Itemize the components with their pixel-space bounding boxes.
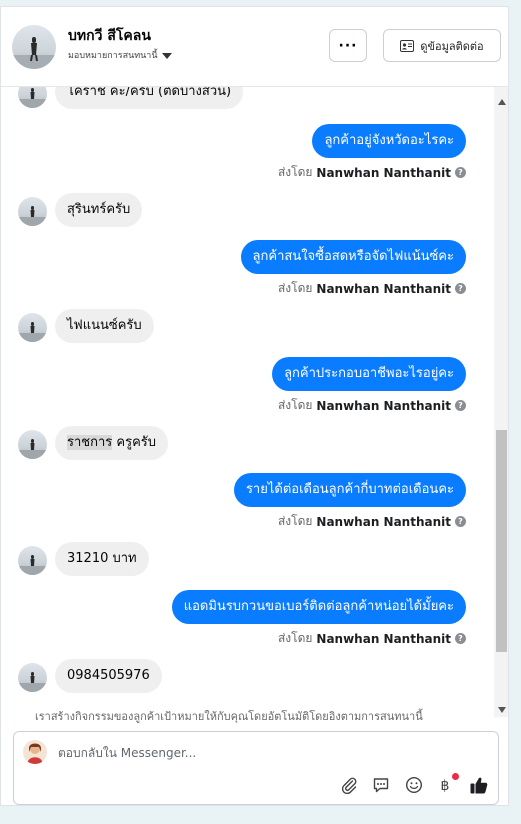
emoji-icon[interactable]	[403, 774, 425, 796]
conversation-panel: บทกวี สีโคลน มอบหมายการสนทนานี้ ··· ดูข้…	[0, 6, 509, 806]
sent-by-prefix: ส่งโดย	[277, 398, 313, 412]
incoming-message-bubble: 0984505976	[55, 659, 162, 693]
contact-card-icon	[400, 39, 415, 52]
contact-name: บทกวี สีโคลน	[68, 28, 151, 44]
contact-avatar-small	[18, 87, 47, 108]
sent-by-label: ส่งโดย Nanwhan Nanthanit ?	[278, 512, 466, 531]
reply-input[interactable]	[58, 746, 438, 760]
outgoing-message-bubble: ลูกค้าประกอบอาชีพอะไรอยู่คะ	[272, 357, 466, 391]
outgoing-message-bubble: ลูกค้าสนใจซื้อสดหรือจัดไฟแน้นซ์คะ	[240, 240, 466, 274]
sent-by-label: ส่งโดย Nanwhan Nanthanit ?	[278, 279, 466, 298]
sent-by-agent: Nanwhan Nanthanit	[316, 281, 451, 296]
outgoing-message-bubble: รายได้ต่อเดือนลูกค้ากี่บาทต่อเดือนคะ	[233, 473, 466, 507]
info-icon[interactable]: ?	[455, 400, 466, 411]
conversation-header: บทกวี สีโคลน มอบหมายการสนทนานี้ ··· ดูข้…	[1, 7, 508, 87]
assign-conversation-dropdown[interactable]: มอบหมายการสนทนานี้	[68, 48, 172, 62]
view-contact-info-button[interactable]: ดูข้อมูลติดต่อ	[383, 29, 501, 62]
info-icon[interactable]: ?	[455, 283, 466, 294]
scroll-up-arrow-icon[interactable]	[498, 99, 506, 105]
scrollbar-thumb[interactable]	[496, 430, 507, 652]
user-avatar	[23, 740, 47, 764]
sent-by-prefix: ส่งโดย	[277, 281, 313, 295]
incoming-message-bubble: โคราช ค่ะ/ครับ (ตัดบางส่วน)	[55, 87, 244, 109]
sent-by-label: ส่งโดย Nanwhan Nanthanit ?	[278, 163, 466, 182]
saved-reply-icon[interactable]	[370, 774, 392, 796]
contact-avatar-small	[18, 430, 47, 459]
selected-text: ราชการ	[67, 435, 113, 450]
info-icon[interactable]: ?	[455, 516, 466, 527]
notification-dot	[452, 773, 459, 780]
attachment-icon[interactable]	[338, 774, 360, 796]
reply-composer: ฿	[13, 731, 499, 805]
info-icon[interactable]: ?	[455, 167, 466, 178]
sent-by-label: ส่งโดย Nanwhan Nanthanit ?	[278, 629, 466, 648]
outgoing-message-bubble: ลูกค้าอยู่จังหวัดอะไรคะ	[312, 124, 466, 158]
sent-by-agent: Nanwhan Nanthanit	[316, 165, 451, 180]
sent-by-agent: Nanwhan Nanthanit	[316, 631, 451, 646]
incoming-message-bubble: 31210 บาท	[55, 542, 149, 576]
more-label: ···	[338, 37, 358, 54]
incoming-message-bubble: ไฟแนนซ์ครับ	[55, 309, 154, 343]
currency-baht-icon[interactable]: ฿	[434, 773, 459, 796]
outgoing-message-bubble: แอดมินรบกวนขอเบอร์ติดต่อลูกค้าหน่อยได้มั…	[171, 590, 466, 624]
contact-avatar-small	[18, 546, 47, 575]
contact-avatar-small	[18, 663, 47, 692]
info-icon[interactable]: ?	[455, 633, 466, 644]
incoming-message-bubble: สุรินทร์ครับ	[55, 193, 143, 227]
message-text: ครูครับ	[112, 435, 157, 450]
like-icon[interactable]	[468, 774, 490, 796]
more-options-button[interactable]: ···	[329, 29, 367, 62]
automation-notice: เราสร้างกิจกรรมของลูกค้าเป้าหมายให้กับคุ…	[35, 710, 423, 723]
contact-avatar-small	[18, 197, 47, 226]
sent-by-prefix: ส่งโดย	[277, 514, 313, 528]
assign-label: มอบหมายการสนทนานี้	[68, 51, 158, 61]
sent-by-prefix: ส่งโดย	[277, 631, 313, 645]
sent-by-prefix: ส่งโดย	[277, 165, 313, 179]
svg-text:฿: ฿	[441, 778, 450, 794]
incoming-message-bubble: ราชการ ครูครับ	[55, 426, 169, 460]
sent-by-agent: Nanwhan Nanthanit	[316, 514, 451, 529]
contact-avatar[interactable]	[12, 25, 56, 69]
sent-by-label: ส่งโดย Nanwhan Nanthanit ?	[278, 396, 466, 415]
caret-down-icon	[161, 52, 172, 59]
message-list[interactable]: โคราช ค่ะ/ครับ (ตัดบางส่วน) ลูกค้าอยู่จั…	[1, 87, 494, 727]
sent-by-agent: Nanwhan Nanthanit	[316, 398, 451, 413]
contact-info-label: ดูข้อมูลติดต่อ	[420, 39, 484, 53]
contact-avatar-small	[18, 313, 47, 342]
scroll-down-arrow-icon[interactable]	[498, 707, 506, 713]
